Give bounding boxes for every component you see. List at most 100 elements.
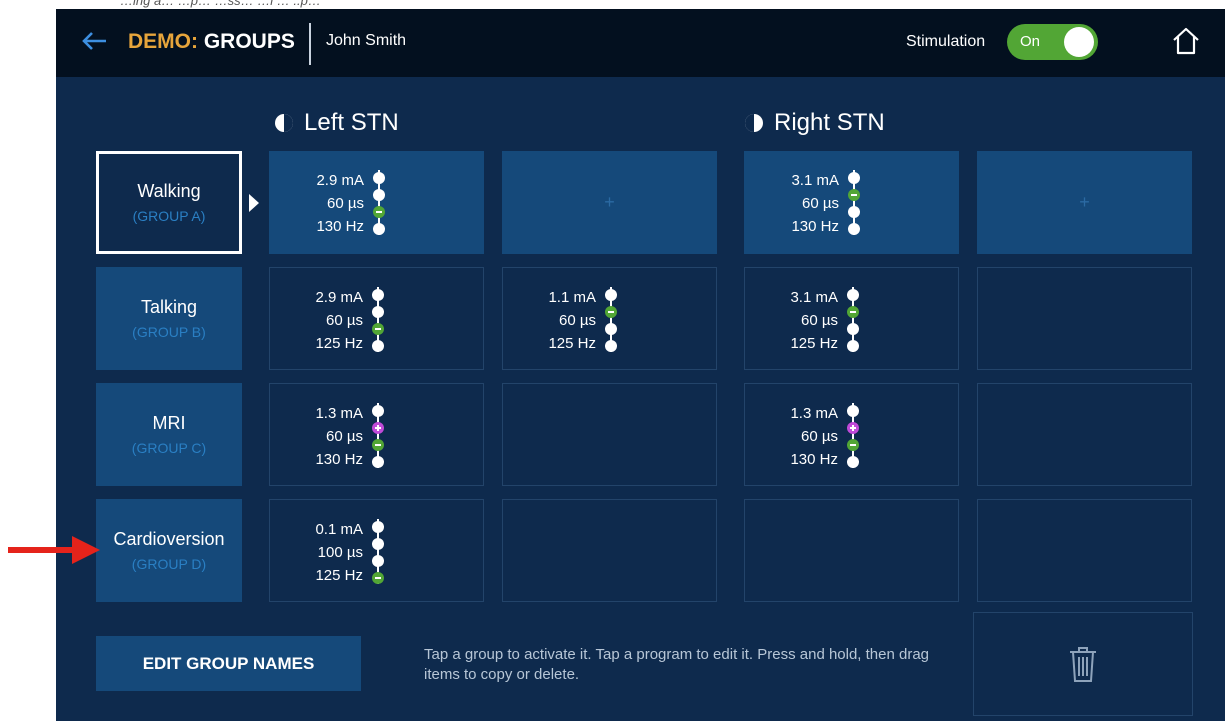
pulse-width-value: 60 µs	[801, 427, 838, 445]
lead-contacts-icon	[605, 287, 617, 352]
right-stn-header: Right STN	[744, 109, 885, 137]
app-window: DEMO: GROUPS John Smith Stimulation On L…	[56, 9, 1225, 721]
toggle-knob	[1064, 27, 1094, 57]
amplitude-value: 1.3 mA	[315, 404, 363, 422]
stimulation-toggle[interactable]: On	[1007, 24, 1098, 60]
program-values: 3.1 mA 60 µs 125 Hz	[790, 286, 838, 355]
patient-name: John Smith	[326, 32, 407, 49]
program-cell-b1[interactable]: 2.9 mA 60 µs 125 Hz	[269, 267, 484, 370]
frequency-value: 125 Hz	[790, 334, 838, 352]
program-cell-d4-empty[interactable]	[977, 499, 1192, 602]
amplitude-value: 3.1 mA	[791, 171, 839, 189]
program-values: 2.9 mA 60 µs 130 Hz	[316, 169, 364, 238]
top-bar: DEMO: GROUPS John Smith Stimulation On	[56, 9, 1225, 77]
program-settings: 3.1 mA 60 µs 130 Hz	[791, 167, 861, 239]
left-stn-header: Left STN	[274, 109, 399, 137]
amplitude-value: 2.9 mA	[316, 171, 364, 189]
frequency-value: 125 Hz	[315, 566, 363, 584]
group-a-button[interactable]: Walking (GROUP A)	[96, 151, 242, 254]
program-values: 1.3 mA 60 µs 130 Hz	[790, 402, 838, 471]
red-arrow-icon	[8, 536, 100, 564]
program-cell-a2-empty[interactable]: +	[502, 151, 717, 254]
amplitude-value: 2.9 mA	[315, 288, 363, 306]
group-letter: (GROUP A)	[132, 208, 206, 224]
program-values: 3.1 mA 60 µs 130 Hz	[791, 169, 839, 238]
pulse-width-value: 100 µs	[317, 543, 363, 561]
group-name: Talking	[140, 297, 198, 317]
amplitude-value: 1.3 mA	[790, 404, 838, 422]
half-circle-icon	[275, 114, 293, 132]
title-accent: DEMO:	[128, 30, 198, 53]
group-b-button[interactable]: Talking (GROUP B)	[96, 267, 242, 370]
group-c-button[interactable]: MRI (GROUP C)	[96, 383, 242, 486]
trash-icon	[1070, 647, 1096, 682]
group-name: MRI	[152, 413, 186, 433]
program-cell-c1[interactable]: 1.3 mA 60 µs 130 Hz	[269, 383, 484, 486]
pulse-width-value: 60 µs	[327, 194, 364, 212]
frequency-value: 130 Hz	[315, 450, 363, 468]
lead-contacts-icon	[848, 170, 860, 235]
program-cell-b3[interactable]: 3.1 mA 60 µs 125 Hz	[744, 267, 959, 370]
program-settings: 1.1 mA 60 µs 125 Hz	[548, 284, 618, 356]
program-values: 0.1 mA 100 µs 125 Hz	[315, 518, 363, 587]
group-name: Walking	[137, 181, 201, 201]
program-settings: 2.9 mA 60 µs 130 Hz	[316, 167, 386, 239]
program-settings: 1.3 mA 60 µs 130 Hz	[315, 400, 385, 472]
program-settings: 0.1 mA 100 µs 125 Hz	[315, 516, 385, 588]
add-program-icon: +	[604, 192, 615, 212]
group-letter: (GROUP D)	[131, 556, 207, 572]
right-stn-label: Right STN	[774, 109, 885, 136]
pulse-width-value: 60 µs	[326, 311, 363, 329]
instructions-text: Tap a group to activate it. Tap a progra…	[424, 646, 930, 683]
program-cell-d2-empty[interactable]	[502, 499, 717, 602]
program-cell-a1[interactable]: 2.9 mA 60 µs 130 Hz	[269, 151, 484, 254]
active-group-pointer-icon	[249, 194, 259, 212]
program-cell-c4-empty[interactable]	[977, 383, 1192, 486]
lead-contacts-icon	[372, 403, 384, 468]
pulse-width-value: 60 µs	[326, 427, 363, 445]
edit-group-names-button[interactable]: EDIT GROUP NAMES	[96, 636, 361, 691]
program-settings: 2.9 mA 60 µs 125 Hz	[315, 284, 385, 356]
pulse-width-value: 60 µs	[801, 311, 838, 329]
amplitude-value: 3.1 mA	[790, 288, 838, 306]
group-d-button[interactable]: Cardioversion (GROUP D)	[96, 499, 242, 602]
home-icon[interactable]	[1170, 25, 1202, 57]
program-values: 1.3 mA 60 µs 130 Hz	[315, 402, 363, 471]
pulse-width-value: 60 µs	[559, 311, 596, 329]
trash-drop-zone[interactable]	[973, 612, 1193, 716]
pulse-width-value: 60 µs	[802, 194, 839, 212]
back-arrow-icon[interactable]	[80, 29, 110, 53]
program-cell-d3-empty[interactable]	[744, 499, 959, 602]
page-title: DEMO: GROUPS	[128, 30, 295, 54]
program-cell-b2[interactable]: 1.1 mA 60 µs 125 Hz	[502, 267, 717, 370]
frequency-value: 130 Hz	[791, 217, 839, 235]
program-settings: 1.3 mA 60 µs 130 Hz	[790, 400, 860, 472]
program-values: 2.9 mA 60 µs 125 Hz	[315, 286, 363, 355]
frequency-value: 130 Hz	[316, 217, 364, 235]
amplitude-value: 1.1 mA	[548, 288, 596, 306]
program-cell-c2-empty[interactable]	[502, 383, 717, 486]
amplitude-value: 0.1 mA	[315, 520, 363, 538]
lead-contacts-icon	[847, 287, 859, 352]
toggle-state-label: On	[1020, 33, 1041, 50]
program-values: 1.1 mA 60 µs 125 Hz	[548, 286, 596, 355]
frequency-value: 130 Hz	[790, 450, 838, 468]
lead-contacts-icon	[373, 170, 385, 235]
program-cell-d1[interactable]: 0.1 mA 100 µs 125 Hz	[269, 499, 484, 602]
title-divider	[309, 23, 311, 65]
group-letter: (GROUP C)	[131, 440, 207, 456]
lead-contacts-icon	[372, 519, 384, 584]
program-cell-a3[interactable]: 3.1 mA 60 µs 130 Hz	[744, 151, 959, 254]
stimulation-label: Stimulation	[906, 33, 986, 50]
cropped-caption: …ing a… …p… …ss… …l … ..p…	[120, 0, 321, 8]
group-name: Cardioversion	[113, 529, 225, 549]
program-settings: 3.1 mA 60 µs 125 Hz	[790, 284, 860, 356]
lead-contacts-icon	[372, 287, 384, 352]
program-cell-a4-empty[interactable]: +	[977, 151, 1192, 254]
frequency-value: 125 Hz	[315, 334, 363, 352]
group-letter: (GROUP B)	[132, 324, 206, 340]
program-cell-c3[interactable]: 1.3 mA 60 µs 130 Hz	[744, 383, 959, 486]
program-cell-b4-empty[interactable]	[977, 267, 1192, 370]
add-program-icon: +	[1079, 192, 1090, 212]
title-main: GROUPS	[198, 30, 295, 53]
